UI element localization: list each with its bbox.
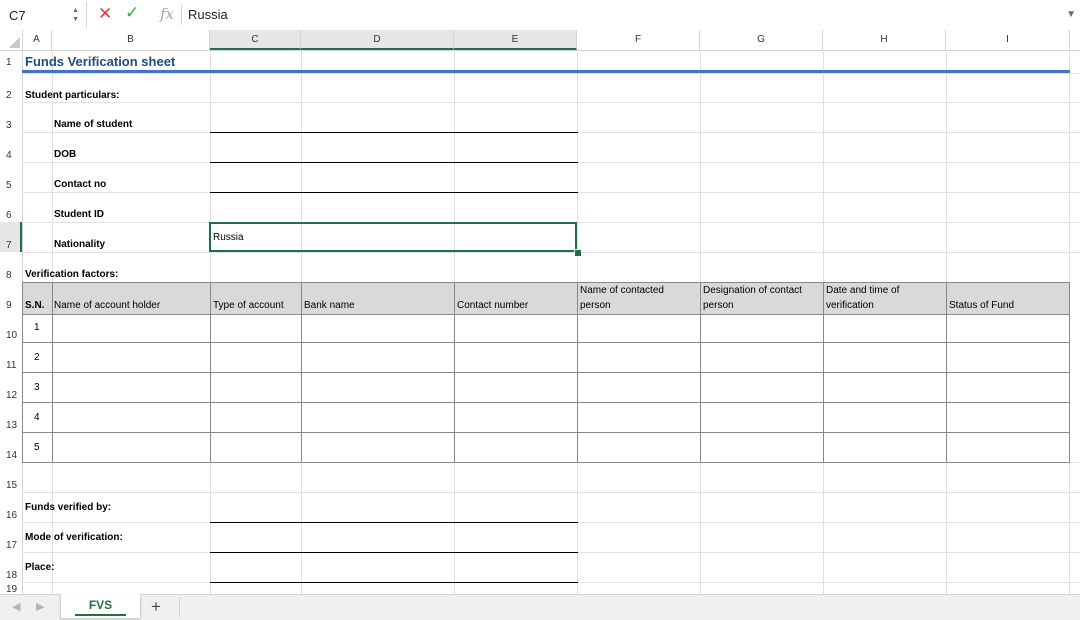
- table-row-border: [22, 372, 1070, 373]
- header-sn[interactable]: S.N.: [25, 300, 44, 311]
- row-header-15[interactable]: 15: [0, 480, 22, 491]
- serial-number-cell[interactable]: 5: [34, 442, 40, 453]
- header-type-of-account[interactable]: Type of account: [213, 300, 284, 311]
- header-contacted-person-line1[interactable]: Name of contacted: [580, 285, 664, 296]
- column-header-bar: A B C D E F G H I: [0, 30, 1080, 51]
- row-header-5[interactable]: 5: [0, 180, 22, 191]
- header-datetime-line2[interactable]: verification: [826, 300, 874, 311]
- row-header-17[interactable]: 17: [0, 540, 22, 551]
- row-header-16[interactable]: 16: [0, 510, 22, 521]
- fill-handle[interactable]: [574, 249, 582, 257]
- column-header-a[interactable]: A: [22, 30, 52, 50]
- verification-table-header: [22, 282, 1070, 315]
- table-row-border: [22, 342, 1070, 343]
- serial-number-cell[interactable]: 3: [34, 382, 40, 393]
- contact-no-label[interactable]: Contact no: [54, 179, 106, 190]
- column-header-d[interactable]: D: [301, 30, 454, 50]
- nationality-label[interactable]: Nationality: [54, 239, 105, 250]
- header-contact-number[interactable]: Contact number: [457, 300, 528, 311]
- header-designation-line1[interactable]: Designation of contact: [703, 285, 802, 296]
- table-row-border: [22, 402, 1070, 403]
- header-designation-line2[interactable]: person: [703, 300, 734, 311]
- place-underline: [210, 582, 578, 583]
- column-header-i[interactable]: I: [946, 30, 1070, 50]
- row-header-8[interactable]: 8: [0, 270, 22, 281]
- student-particulars-label[interactable]: Student particulars:: [25, 90, 119, 101]
- gridline: [22, 492, 1080, 493]
- serial-number-cell[interactable]: 4: [34, 412, 40, 423]
- row-header-13[interactable]: 13: [0, 420, 22, 431]
- header-bank-name[interactable]: Bank name: [304, 300, 355, 311]
- accept-edit-icon[interactable]: ✓: [125, 3, 139, 23]
- serial-number-cell[interactable]: 1: [34, 322, 40, 333]
- row-header-12[interactable]: 12: [0, 390, 22, 401]
- row-header-2[interactable]: 2: [0, 90, 22, 101]
- insert-function-icon[interactable]: fx: [160, 5, 174, 23]
- sheet-tab-fvs[interactable]: FVS: [60, 594, 141, 619]
- formula-input[interactable]: Russia: [188, 7, 228, 22]
- table-row-border: [22, 462, 1070, 463]
- row-header-1[interactable]: 1: [0, 57, 22, 68]
- formula-bar-divider: [181, 5, 182, 25]
- serial-number-cell[interactable]: 2: [34, 352, 40, 363]
- column-header-b[interactable]: B: [52, 30, 210, 50]
- mode-of-verification-underline: [210, 552, 578, 553]
- header-contacted-person-line2[interactable]: person: [580, 300, 611, 311]
- column-header-e[interactable]: E: [454, 30, 577, 50]
- next-sheet-icon[interactable]: ▶: [36, 600, 44, 613]
- dob-label[interactable]: DOB: [54, 149, 76, 160]
- header-status-of-fund[interactable]: Status of Fund: [949, 300, 1014, 311]
- row-header-7[interactable]: 7: [0, 240, 22, 251]
- name-of-student-underline: [210, 132, 578, 133]
- row-header-4[interactable]: 4: [0, 150, 22, 161]
- row-header-9[interactable]: 9: [0, 300, 22, 311]
- select-all-button[interactable]: [0, 30, 23, 50]
- mode-of-verification-label[interactable]: Mode of verification:: [25, 532, 123, 543]
- add-sheet-icon[interactable]: +: [151, 597, 161, 617]
- expand-formula-bar-icon[interactable]: ▼: [1066, 9, 1076, 20]
- column-header-c[interactable]: C: [210, 30, 301, 50]
- name-of-student-label[interactable]: Name of student: [54, 119, 132, 130]
- table-row-border: [22, 432, 1070, 433]
- active-cell-selection[interactable]: [209, 222, 577, 252]
- gridline: [22, 102, 1080, 103]
- column-header-g[interactable]: G: [700, 30, 823, 50]
- row-header-6[interactable]: 6: [0, 210, 22, 221]
- header-datetime-line1[interactable]: Date and time of: [826, 285, 899, 296]
- previous-sheet-icon[interactable]: ◀: [12, 600, 20, 613]
- place-label[interactable]: Place:: [25, 562, 54, 573]
- row-header-11[interactable]: 11: [0, 360, 22, 371]
- row-header-18[interactable]: 18: [0, 570, 22, 581]
- row-header-3[interactable]: 3: [0, 120, 22, 131]
- verification-factors-label[interactable]: Verification factors:: [25, 269, 118, 280]
- formula-bar: C7 ▲ ▼ ✕ ✓ fx Russia ▼: [0, 0, 1080, 31]
- name-box-spinner-icon[interactable]: ▲ ▼: [72, 6, 79, 24]
- row-header-10[interactable]: 10: [0, 330, 22, 341]
- title-underline: [22, 70, 1070, 73]
- name-box[interactable]: C7 ▲ ▼: [0, 2, 87, 28]
- header-account-holder[interactable]: Name of account holder: [54, 300, 160, 311]
- funds-verified-by-underline: [210, 522, 578, 523]
- contact-no-underline: [210, 192, 578, 193]
- funds-verified-by-label[interactable]: Funds verified by:: [25, 502, 111, 513]
- sheet-tab-bar: ◀ ▶ FVS +: [0, 594, 1080, 620]
- column-header-h[interactable]: H: [823, 30, 946, 50]
- column-header-f[interactable]: F: [577, 30, 700, 50]
- tab-bar-divider: [179, 597, 180, 617]
- student-id-label[interactable]: Student ID: [54, 209, 104, 220]
- gridline: [22, 73, 1080, 74]
- gridline: [22, 252, 1080, 253]
- sheet-title[interactable]: Funds Verification sheet: [25, 54, 175, 69]
- cell-reference[interactable]: C7: [9, 8, 26, 23]
- row-header-14[interactable]: 14: [0, 450, 22, 461]
- cancel-edit-icon[interactable]: ✕: [98, 4, 112, 24]
- dob-underline: [210, 162, 578, 163]
